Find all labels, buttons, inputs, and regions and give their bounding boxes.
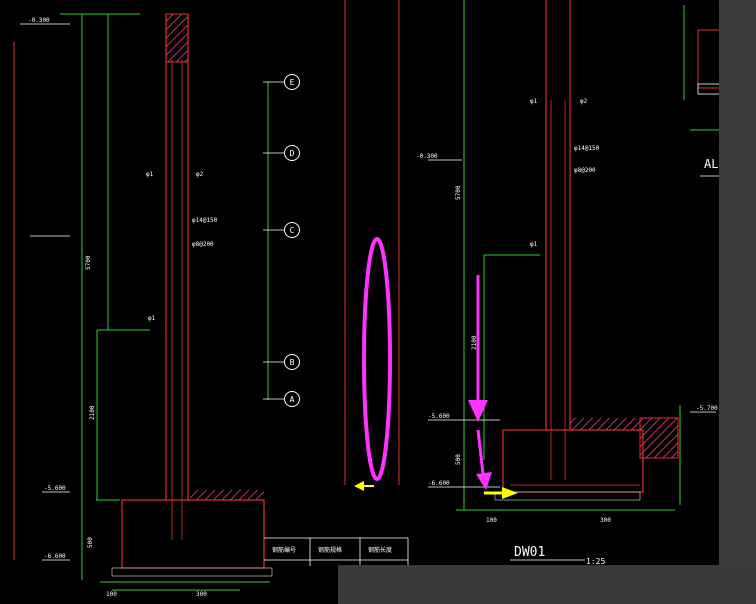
axis-label-d: D <box>290 149 295 158</box>
right-dim-text-5700: 5700 <box>455 185 462 200</box>
left-wall-cap-hatch <box>165 13 189 63</box>
left-dim-text-500: 500 <box>87 537 94 548</box>
right-dim-text-300: 300 <box>600 517 611 524</box>
top-right-detail <box>683 5 721 177</box>
left-dim-text-2100: 2100 <box>89 405 96 420</box>
elev-text-left-mid: -5.600 <box>44 485 66 492</box>
left-blinding <box>111 567 273 577</box>
axis-label-b: B <box>290 358 295 367</box>
highlight-ellipse <box>362 237 392 481</box>
right-dim-text-2100: 2100 <box>471 335 478 350</box>
right-dim-text-100: 100 <box>486 517 497 524</box>
elev-text-right-top: -0.300 <box>416 153 438 160</box>
table-header-3: 钢筋长度 <box>368 546 392 554</box>
rebar-text-right-phi1-b: φ1 <box>530 241 538 248</box>
right-wall-section <box>428 0 716 511</box>
rebar-text-right-phi14: φ14@150 <box>574 145 600 152</box>
rebar-text-left-phi8: φ8@200 <box>192 241 214 248</box>
elev-text-far-right: -5.700 <box>696 405 718 412</box>
left-dim-text-5700: 5700 <box>85 255 92 270</box>
axis-label-a: A <box>290 395 295 404</box>
right-footing <box>502 429 644 493</box>
elev-text-right-bottom: -6.600 <box>428 480 450 487</box>
rebar-text-left-phi1-b: φ1 <box>148 315 156 322</box>
cad-drawing: -0.300 -5.600 -6.600 φ1 φ2 φ14@150 φ8@20… <box>13 0 721 598</box>
left-wall-section <box>13 13 273 591</box>
axis-label-c: C <box>290 226 295 235</box>
right-dim-text-500: 500 <box>455 454 462 465</box>
tr-wall-rect <box>697 29 721 89</box>
right-side-panel <box>719 0 756 604</box>
yellow-arrow-left <box>354 481 364 491</box>
left-footing <box>121 499 265 569</box>
left-slab-hatch <box>190 490 264 500</box>
rebar-text-left-phi14: φ14@150 <box>192 217 218 224</box>
elev-text-right-mid: -5.600 <box>428 413 450 420</box>
detail-title: DW01 <box>514 545 545 560</box>
axis-grid <box>263 74 300 407</box>
right-edge-beam-hatch <box>639 417 679 459</box>
magenta-arrow-2-shaft <box>476 429 485 475</box>
left-dim-text-100: 100 <box>106 591 117 598</box>
tr-cap <box>697 83 721 95</box>
side-label-al: AL <box>704 157 718 171</box>
yellow-arrow-right-head <box>502 487 518 499</box>
rebar-text-left-phi1: φ1 <box>146 171 154 178</box>
right-slab-hatch <box>570 418 640 430</box>
rebar-text-right-phi2: φ2 <box>580 98 588 105</box>
rebar-text-right-phi1: φ1 <box>530 98 538 105</box>
table-header-1: 钢筋编号 <box>272 546 296 554</box>
bottom-gray-panel <box>338 565 756 604</box>
table-header-2: 钢筋规格 <box>318 546 342 554</box>
elev-text-top-left: -0.300 <box>28 17 50 24</box>
rebar-text-left-phi2: φ2 <box>196 171 204 178</box>
magenta-arrow-1-head <box>468 400 488 422</box>
left-dim-text-300: 300 <box>196 591 207 598</box>
axis-label-e: E <box>290 78 295 87</box>
elev-text-left-bottom: -6.600 <box>44 553 66 560</box>
cad-canvas[interactable]: -0.300 -5.600 -6.600 φ1 φ2 φ14@150 φ8@20… <box>0 0 756 604</box>
rebar-text-right-phi8: φ8@200 <box>574 167 596 174</box>
